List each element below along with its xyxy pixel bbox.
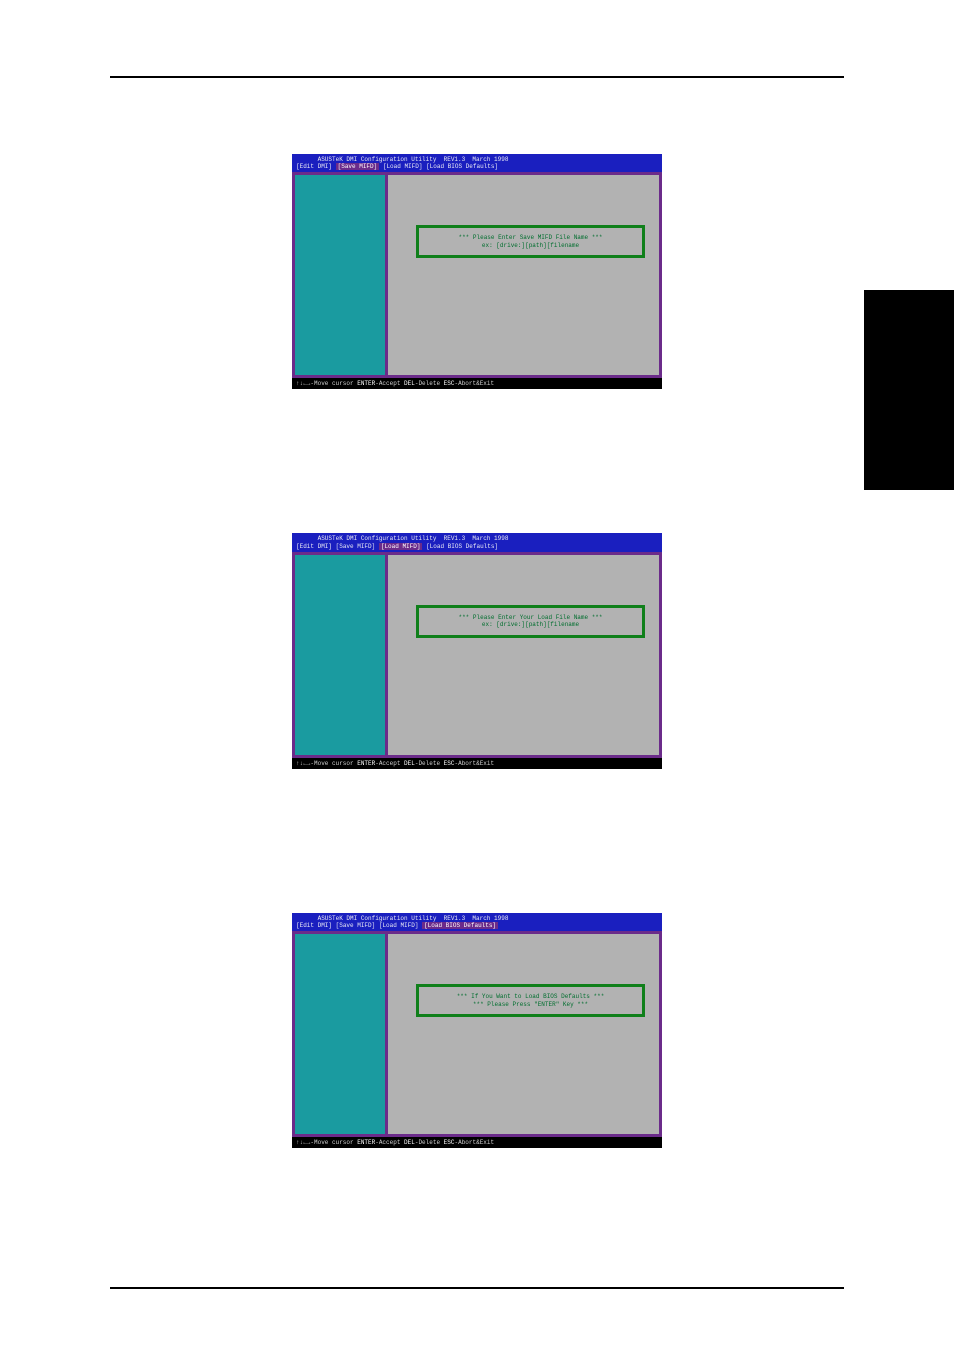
screenshot-save-mifd: ASUSTeK DMI Configuration Utility REV1.3… xyxy=(292,154,662,389)
bottom-rule xyxy=(110,1287,844,1289)
bios-left-panel xyxy=(295,175,385,375)
prompt-box: *** If You Want to Load BIOS Defaults **… xyxy=(416,984,645,1017)
tab-load-bios-defaults[interactable]: [Load BIOS Defaults] xyxy=(422,922,498,929)
status-pre: ↑↓←→-Move cursor xyxy=(296,380,357,387)
tab-save-mifd[interactable]: [Save MIFD] xyxy=(336,543,376,550)
bios-status-bar: ↑↓←→-Move cursor ENTER-Accept DEL-Delete… xyxy=(292,1137,662,1148)
bios-right-panel: *** If You Want to Load BIOS Defaults **… xyxy=(388,934,659,1134)
status-pre: ↑↓←→-Move cursor xyxy=(296,760,357,767)
bios-body: *** Please Enter Save MIFD File Name ***… xyxy=(292,172,662,378)
status-key-esc: ESC xyxy=(444,760,455,767)
bios-title: ASUSTeK DMI Configuration Utility REV1.3… xyxy=(318,535,509,542)
page: ASUSTeK DMI Configuration Utility REV1.3… xyxy=(0,0,954,1351)
tab-load-mifd[interactable]: [Load MIFD] xyxy=(379,543,423,550)
bios-title: ASUSTeK DMI Configuration Utility REV1.3… xyxy=(318,156,509,163)
status-key-enter: ENTER xyxy=(357,760,375,767)
bios-right-panel: *** Please Enter Save MIFD File Name ***… xyxy=(388,175,659,375)
prompt-line-1: *** If You Want to Load BIOS Defaults **… xyxy=(423,993,638,1001)
status-mid1: -Accept xyxy=(375,380,404,387)
prompt-line-2: ex: [drive:][path][filename xyxy=(423,621,638,629)
bios-title-bar: ASUSTeK DMI Configuration Utility REV1.3… xyxy=(292,533,662,551)
tab-edit-dmi[interactable]: [Edit DMI] xyxy=(296,922,332,929)
top-rule xyxy=(110,76,844,78)
bios-left-panel xyxy=(295,555,385,755)
status-post: -Abort&Exit xyxy=(454,380,494,387)
prompt-line-1: *** Please Enter Save MIFD File Name *** xyxy=(423,234,638,242)
bios-status-bar: ↑↓←→-Move cursor ENTER-Accept DEL-Delete… xyxy=(292,758,662,769)
status-key-esc: ESC xyxy=(444,380,455,387)
tab-load-mifd[interactable]: [Load MIFD] xyxy=(379,922,419,929)
tab-load-bios-defaults[interactable]: [Load BIOS Defaults] xyxy=(426,163,498,170)
prompt-box: *** Please Enter Your Load File Name ***… xyxy=(416,605,645,638)
status-mid2: -Delete xyxy=(415,380,444,387)
side-tab xyxy=(864,290,954,490)
status-key-enter: ENTER xyxy=(357,380,375,387)
status-key-esc: ESC xyxy=(444,1139,455,1146)
bios-left-panel xyxy=(295,934,385,1134)
bios-status-bar: ↑↓←→-Move cursor ENTER-Accept DEL-Delete… xyxy=(292,378,662,389)
bios-body: *** Please Enter Your Load File Name ***… xyxy=(292,552,662,758)
status-key-del: DEL xyxy=(404,380,415,387)
status-key-enter: ENTER xyxy=(357,1139,375,1146)
status-post: -Abort&Exit xyxy=(454,1139,494,1146)
prompt-line-2: *** Please Press "ENTER" Key *** xyxy=(423,1001,638,1009)
status-key-del: DEL xyxy=(404,760,415,767)
status-mid2: -Delete xyxy=(415,1139,444,1146)
tab-load-mifd[interactable]: [Load MIFD] xyxy=(383,163,423,170)
bios-title: ASUSTeK DMI Configuration Utility REV1.3… xyxy=(318,915,509,922)
prompt-line-2: ex: [drive:][path][filename xyxy=(423,242,638,250)
status-mid1: -Accept xyxy=(375,760,404,767)
screenshot-load-bios-defaults: ASUSTeK DMI Configuration Utility REV1.3… xyxy=(292,913,662,1148)
bios-title-bar: ASUSTeK DMI Configuration Utility REV1.3… xyxy=(292,913,662,931)
tab-edit-dmi[interactable]: [Edit DMI] xyxy=(296,163,332,170)
bios-right-panel: *** Please Enter Your Load File Name ***… xyxy=(388,555,659,755)
status-post: -Abort&Exit xyxy=(454,760,494,767)
tab-load-bios-defaults[interactable]: [Load BIOS Defaults] xyxy=(426,543,498,550)
tab-edit-dmi[interactable]: [Edit DMI] xyxy=(296,543,332,550)
status-key-del: DEL xyxy=(404,1139,415,1146)
tab-save-mifd[interactable]: [Save MIFD] xyxy=(336,922,376,929)
status-mid1: -Accept xyxy=(375,1139,404,1146)
bios-title-bar: ASUSTeK DMI Configuration Utility REV1.3… xyxy=(292,154,662,172)
prompt-box: *** Please Enter Save MIFD File Name ***… xyxy=(416,225,645,258)
prompt-line-1: *** Please Enter Your Load File Name *** xyxy=(423,614,638,622)
bios-body: *** If You Want to Load BIOS Defaults **… xyxy=(292,931,662,1137)
tab-save-mifd[interactable]: [Save MIFD] xyxy=(336,163,380,170)
status-mid2: -Delete xyxy=(415,760,444,767)
screenshot-load-mifd: ASUSTeK DMI Configuration Utility REV1.3… xyxy=(292,533,662,768)
status-pre: ↑↓←→-Move cursor xyxy=(296,1139,357,1146)
